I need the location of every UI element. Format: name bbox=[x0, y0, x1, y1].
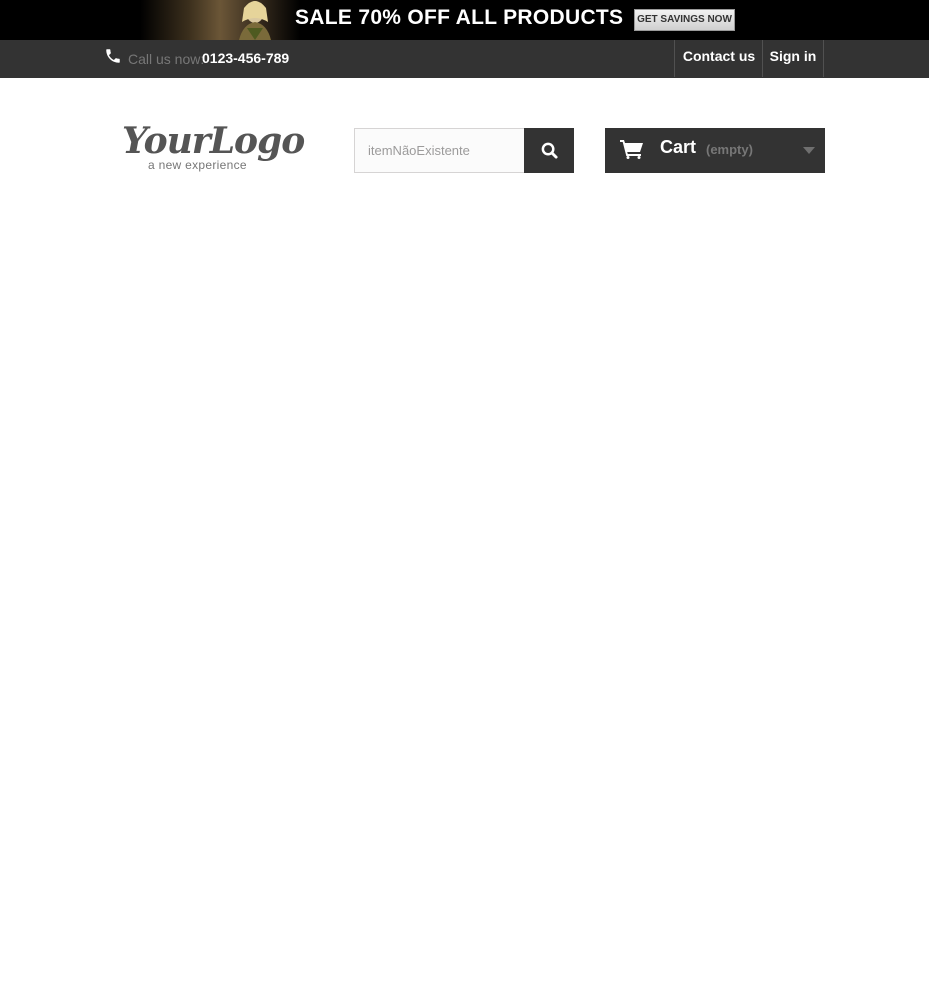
chevron-down-icon bbox=[803, 147, 815, 154]
cart-status: (empty) bbox=[706, 142, 753, 157]
cart-dropdown[interactable]: Cart (empty) bbox=[605, 128, 825, 173]
banner-model-image bbox=[239, 1, 271, 40]
get-savings-button[interactable]: GET SAVINGS NOW bbox=[634, 9, 735, 31]
cart-label: Cart bbox=[660, 137, 697, 157]
call-us-label: Call us now: bbox=[128, 51, 205, 67]
phone-number: 0123-456-789 bbox=[202, 50, 290, 66]
logo-wordmark: YourLogo bbox=[122, 120, 305, 162]
sign-in-link[interactable]: Sign in bbox=[762, 40, 824, 77]
search-input[interactable] bbox=[354, 128, 525, 173]
top-nav-bar: Call us now: 0123-456-789 Contact us Sig… bbox=[0, 40, 929, 78]
site-logo[interactable]: YourLogo a new experience bbox=[120, 120, 305, 176]
logo-tagline: a new experience bbox=[148, 158, 247, 172]
banner-headline: SALE 70% OFF ALL PRODUCTS bbox=[295, 6, 624, 29]
phone-icon bbox=[106, 49, 120, 63]
contact-us-link[interactable]: Contact us bbox=[674, 40, 763, 77]
search-button[interactable] bbox=[524, 128, 574, 173]
promo-banner[interactable]: SALE 70% OFF ALL PRODUCTS GET SAVINGS NO… bbox=[0, 0, 929, 40]
search-icon bbox=[541, 142, 558, 159]
cart-icon bbox=[620, 140, 643, 159]
